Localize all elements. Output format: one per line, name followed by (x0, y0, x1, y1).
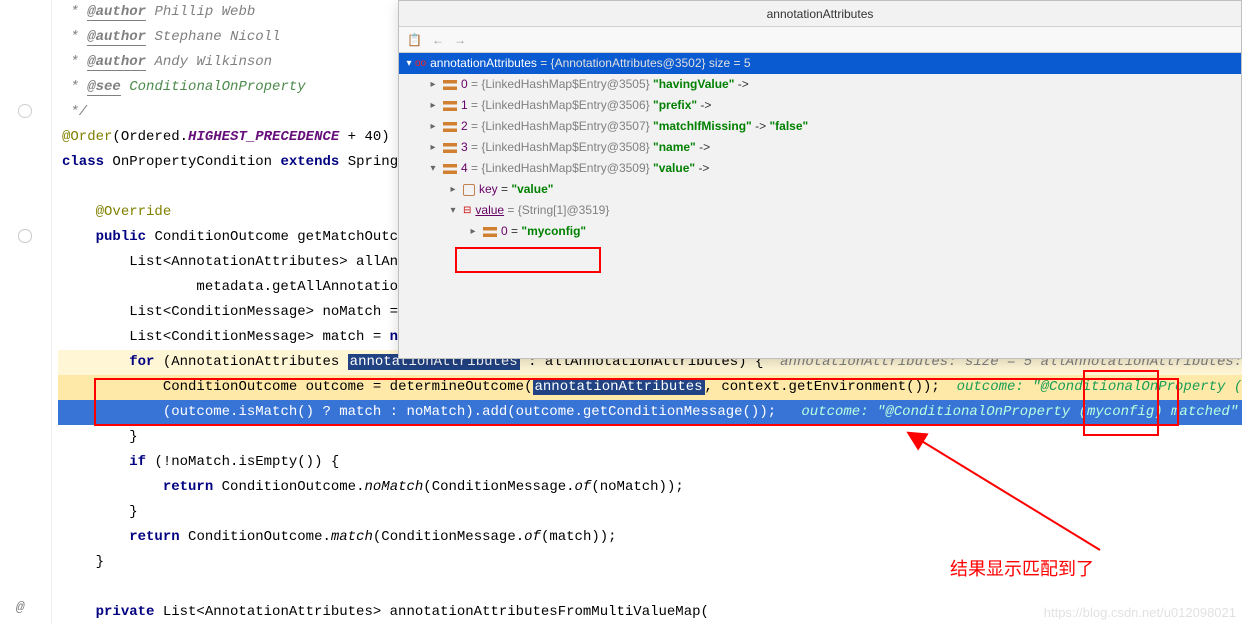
object-icon: oo (415, 53, 426, 74)
editor-gutter: @ (0, 0, 52, 624)
popup-title: annotationAttributes (399, 1, 1241, 27)
key-icon (463, 184, 475, 196)
tree-row[interactable]: ▾4 = {LinkedHashMap$Entry@3509} "value" … (399, 158, 1241, 179)
fold-marker[interactable] (18, 229, 32, 243)
current-exec-line: (outcome.isMatch() ? match : noMatch).ad… (58, 400, 1242, 425)
entry-icon (443, 101, 457, 111)
tree-root-row[interactable]: ▾ oo annotationAttributes = {AnnotationA… (399, 53, 1241, 74)
watermark: https://blog.csdn.net/u012098021 (1044, 605, 1236, 620)
fold-marker[interactable] (18, 104, 32, 118)
back-icon[interactable]: ← (432, 27, 444, 53)
variable-tree[interactable]: ▾ oo annotationAttributes = {AnnotationA… (399, 53, 1241, 242)
entry-icon (483, 227, 497, 237)
determine-outcome-line: ConditionOutcome outcome = determineOutc… (58, 375, 1242, 400)
entry-icon (443, 143, 457, 153)
popup-toolbar: 📋 ← → (399, 27, 1241, 53)
tree-row[interactable]: ▸2 = {LinkedHashMap$Entry@3507} "matchIf… (399, 116, 1241, 137)
tree-key-row[interactable]: ▸key = "value" (399, 179, 1241, 200)
array-icon: ⊟ (463, 200, 471, 221)
tree-row[interactable]: ▸0 = {LinkedHashMap$Entry@3505} "havingV… (399, 74, 1241, 95)
tree-value-row[interactable]: ▾⊟value = {String[1]@3519} (399, 200, 1241, 221)
entry-icon (443, 80, 457, 90)
entry-icon (443, 164, 457, 174)
override-gutter-icon[interactable]: @ (16, 600, 24, 616)
debugger-variable-popup[interactable]: annotationAttributes 📋 ← → ▾ oo annotati… (398, 0, 1242, 359)
annotation-text: 结果显示匹配到了 (950, 555, 1094, 581)
entry-icon (443, 122, 457, 132)
tree-row[interactable]: ▸3 = {LinkedHashMap$Entry@3508} "name" -… (399, 137, 1241, 158)
copy-icon[interactable]: 📋 (407, 27, 422, 53)
tree-row[interactable]: ▸1 = {LinkedHashMap$Entry@3506} "prefix"… (399, 95, 1241, 116)
tree-leaf-row[interactable]: ▸0 = "myconfig" (399, 221, 1241, 242)
forward-icon[interactable]: → (454, 27, 466, 53)
